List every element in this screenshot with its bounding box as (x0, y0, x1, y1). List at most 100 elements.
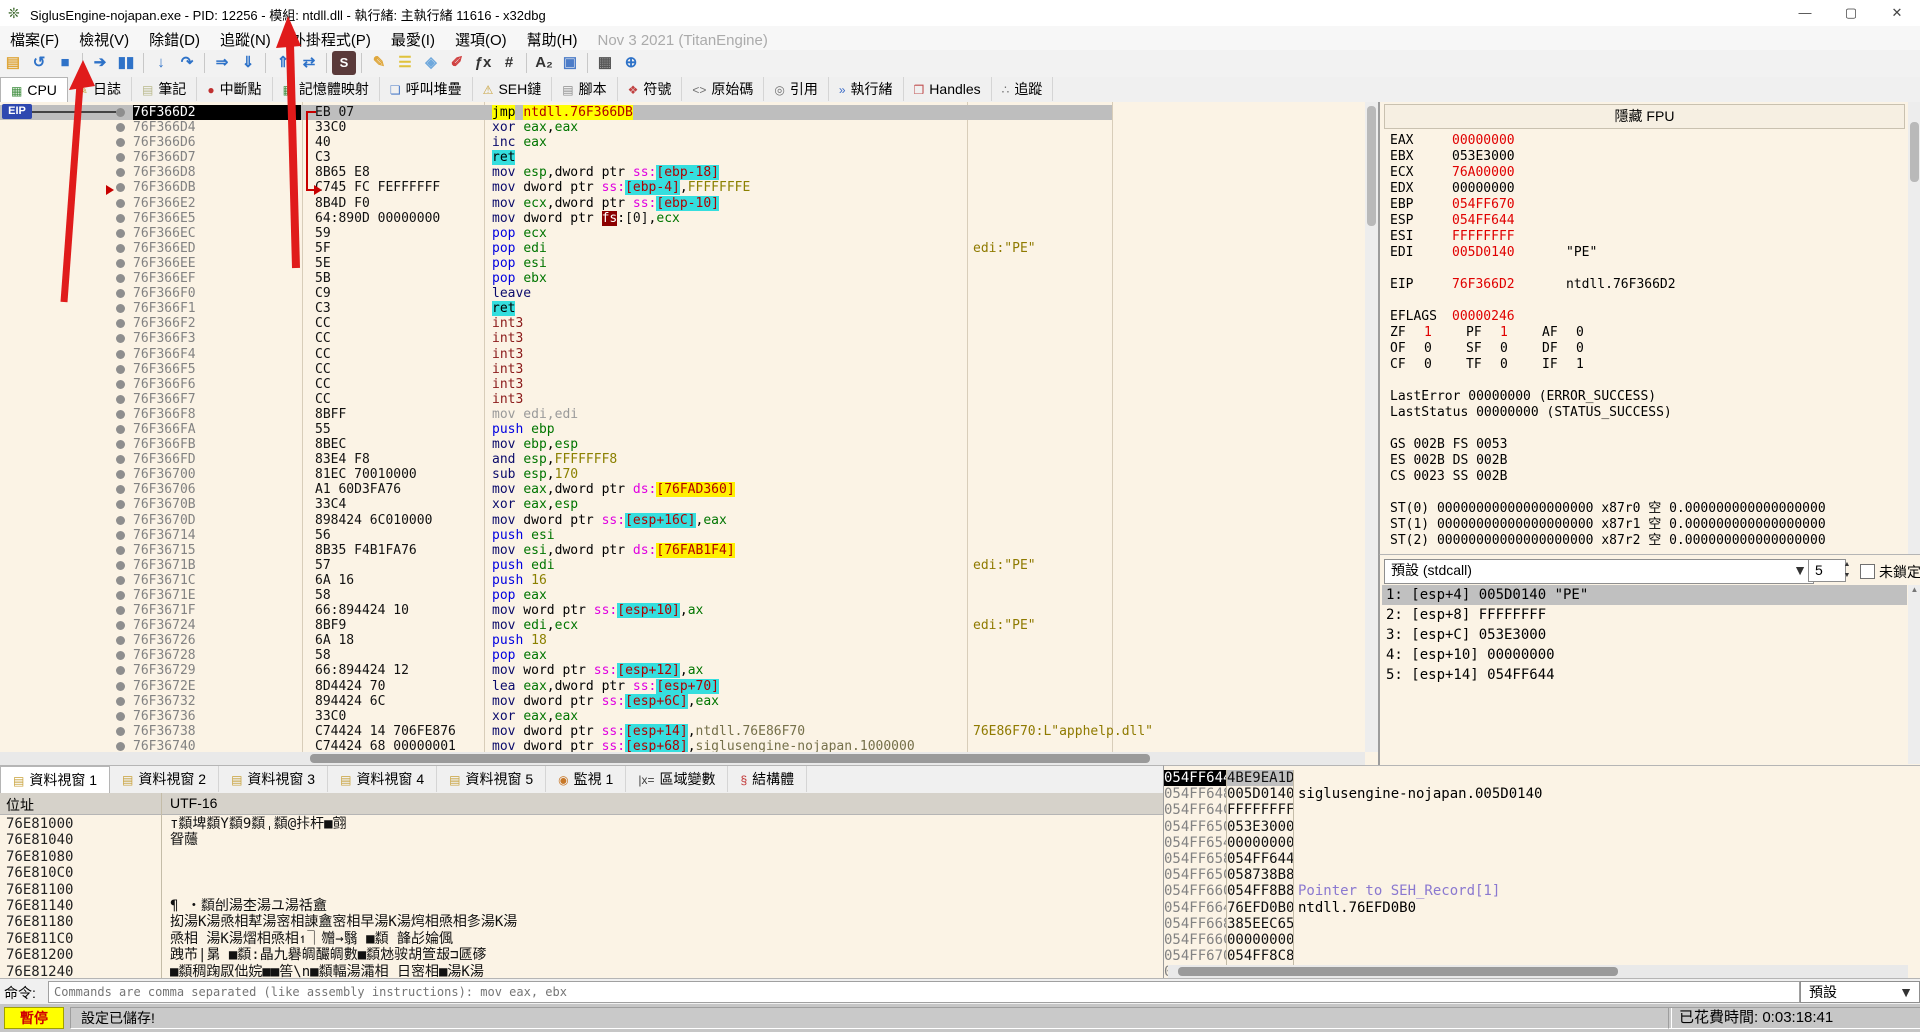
disasm-row[interactable]: 76F366D640inc eax (0, 135, 1378, 150)
dump-row[interactable]: 76E811C0焏相 湯K湯熠相焏相↿⏋㬟→翳 ■纇 韸㣌婨偑 (0, 931, 1163, 947)
register-line[interactable]: ST(2) 00000000000000000000 x87r2 空 0.000… (1390, 533, 1905, 549)
command-profile-select[interactable]: ▼ 預設 (1800, 981, 1920, 1003)
breakpoint-dot-icon[interactable] (116, 350, 125, 359)
breakpoint-dot-icon[interactable] (116, 259, 125, 268)
label-icon[interactable]: ◈ (419, 51, 443, 75)
disasm-row[interactable]: 76F3672858pop eax (0, 648, 1378, 663)
disasm-row[interactable]: 76F3672966:894424 12mov word ptr ss:[esp… (0, 663, 1378, 678)
tab-原始碼[interactable]: <>原始碼 (682, 77, 764, 101)
breakpoint-dot-icon[interactable] (116, 666, 125, 675)
breakpoint-dot-icon[interactable] (116, 168, 125, 177)
dump-row[interactable]: 76E81040眢蘟 (0, 832, 1163, 848)
tab-日誌[interactable]: ✎日誌 (68, 77, 132, 101)
dump-row[interactable]: 76E81000т纇埤纇Y纇9纇ˌ纇@拤杆■翧 (0, 816, 1163, 832)
argument-row[interactable]: 2: [esp+8] FFFFFFFF (1382, 605, 1907, 625)
calling-convention-select[interactable]: ▼ 預設 (stdcall) (1384, 559, 1814, 584)
register-line[interactable]: OF0SF0DF0 (1390, 341, 1905, 357)
step-until-return-icon[interactable]: ⇓ (236, 51, 260, 75)
register-line[interactable]: EBP054FF670 (1390, 197, 1905, 213)
comment-icon[interactable]: ☰ (393, 51, 417, 75)
disasm-row[interactable]: 76F3670D898424 6C010000mov dword ptr ss:… (0, 513, 1378, 528)
register-line[interactable]: EIP76F366D2ntdll.76F366D2 (1390, 277, 1905, 293)
breakpoint-dot-icon[interactable] (116, 274, 125, 283)
open-file-icon[interactable]: ▤ (1, 51, 25, 75)
breakpoint-dot-icon[interactable] (116, 546, 125, 555)
register-line[interactable]: ST(0) 00000000000000000000 x87r0 空 0.000… (1390, 501, 1905, 517)
tab-中斷點[interactable]: ●中斷點 (197, 77, 272, 101)
tab-引用[interactable]: ◎引用 (764, 77, 828, 101)
disasm-row[interactable]: 76F3671C6A 16push 16 (0, 573, 1378, 588)
breakpoint-dot-icon[interactable] (116, 138, 125, 147)
dump-row[interactable]: 76E81140¶ ・纇刣湯杢湯ユ湯䄆盦 (0, 898, 1163, 914)
disasm-row[interactable]: 76F366DBC745 FC FEFFFFFFmov dword ptr ss… (0, 180, 1378, 195)
register-line[interactable]: EDI005D0140"PE" (1390, 245, 1905, 261)
bottom-tab-資料視窗 5[interactable]: ▤資料視窗 5 (437, 766, 546, 792)
menu-item[interactable]: 外掛程式(P) (281, 26, 381, 53)
register-line[interactable]: ECX76A00000 (1390, 165, 1905, 181)
disasm-row[interactable]: 76F366FB8BECmov ebp,esp (0, 437, 1378, 452)
register-line[interactable]: ZF1PF1AF0 (1390, 325, 1905, 341)
register-line[interactable]: GS 002B FS 0053 (1390, 437, 1905, 453)
breakpoint-dot-icon[interactable] (116, 455, 125, 464)
register-line[interactable]: LastStatus 00000000 (STATUS_SUCCESS) (1390, 405, 1905, 421)
argument-row[interactable]: 5: [esp+14] 054FF644 (1382, 665, 1907, 685)
disasm-row[interactable]: 76F36706A1 60D3FA76mov eax,dword ptr ds:… (0, 482, 1378, 497)
disasm-row[interactable]: 76F366EC59pop ecx (0, 226, 1378, 241)
register-line[interactable]: EFLAGS00000246 (1390, 309, 1905, 325)
register-line[interactable]: EBX053E3000 (1390, 149, 1905, 165)
disasm-row[interactable]: 76F3670081EC 70010000sub esp,170 (0, 467, 1378, 482)
dump-row[interactable]: 76E81100 (0, 882, 1163, 898)
register-line[interactable]: ES 002B DS 002B (1390, 453, 1905, 469)
dump-row[interactable]: 76E810C0 (0, 865, 1163, 881)
hide-fpu-button[interactable]: 隱藏 FPU (1384, 104, 1905, 129)
switch-thread-icon[interactable]: ⇄ (297, 51, 321, 75)
argument-row[interactable]: 1: [esp+4] 005D0140 "PE" (1382, 585, 1907, 605)
tab-筆記[interactable]: ▤筆記 (132, 77, 197, 101)
disasm-row[interactable]: 76F366D7C3ret (0, 150, 1378, 165)
breakpoint-dot-icon[interactable] (116, 365, 125, 374)
stack-row[interactable]: 054FF64CFFFFFFFF (1164, 802, 1920, 818)
breakpoint-dot-icon[interactable] (116, 334, 125, 343)
disasm-row[interactable]: 76F3671B57push ediedi:"PE" (0, 558, 1378, 573)
stack-row[interactable]: 054FF648005D0140siglusengine-nojapan.005… (1164, 786, 1920, 802)
disasm-row[interactable]: 76F366D2EB 07jmp ntdll.76F366DB (0, 105, 1112, 120)
breakpoint-dot-icon[interactable] (116, 500, 125, 509)
disasm-row[interactable]: 76F3671E58pop eax (0, 588, 1378, 603)
menu-item[interactable]: 檢視(V) (69, 26, 139, 53)
disasm-row[interactable]: 76F3671456push esi (0, 528, 1378, 543)
stop-icon[interactable]: ■ (53, 51, 77, 75)
disasm-row[interactable]: 76F366EE5Epop esi (0, 256, 1378, 271)
minimize-button[interactable]: — (1782, 0, 1828, 26)
bottom-tab-區域變數[interactable]: |x=區域變數 (626, 766, 728, 792)
disasm-row[interactable]: 76F3671F66:894424 10mov word ptr ss:[esp… (0, 603, 1378, 618)
register-line[interactable]: ESIFFFFFFFF (1390, 229, 1905, 245)
argument-row[interactable]: 4: [esp+10] 00000000 (1382, 645, 1907, 665)
register-line[interactable]: EDX00000000 (1390, 181, 1905, 197)
disasm-row[interactable]: 76F366D88B65 E8mov esp,dword ptr ss:[ebp… (0, 165, 1378, 180)
breakpoint-dot-icon[interactable] (116, 682, 125, 691)
disasm-row[interactable]: 76F366F1C3ret (0, 301, 1378, 316)
breakpoint-dot-icon[interactable] (116, 319, 125, 328)
stack-row[interactable]: 054FF66476EFD0B0ntdll.76EFD0B0 (1164, 900, 1920, 916)
tab-SEH鏈[interactable]: ⚠SEH鏈 (473, 77, 553, 101)
breakpoint-dot-icon[interactable] (116, 651, 125, 660)
menu-item[interactable]: 追蹤(N) (210, 26, 281, 53)
tab-追蹤[interactable]: ∴追蹤 (992, 77, 1054, 101)
breakpoint-dot-icon[interactable] (116, 304, 125, 313)
scylla-icon[interactable]: S (332, 51, 356, 75)
disasm-row[interactable]: 76F366ED5Fpop ediedi:"PE" (0, 241, 1378, 256)
run-icon[interactable]: ➔ (88, 51, 112, 75)
dump-row[interactable]: 76E81080 (0, 849, 1163, 865)
disasm-row[interactable]: 76F36738C74424 14 706FE876mov dword ptr … (0, 724, 1378, 739)
breakpoint-dot-icon[interactable] (116, 727, 125, 736)
disasm-row[interactable]: 76F366D433C0xor eax,eax (0, 120, 1378, 135)
stack-row[interactable]: 054FF65C058738B8 (1164, 867, 1920, 883)
disasm-row[interactable]: 76F3672E8D4424 70lea eax,dword ptr ss:[e… (0, 679, 1378, 694)
tab-記憶體映射[interactable]: ▦記憶體映射 (273, 77, 380, 101)
stack-row[interactable]: 054FF650053E3000 (1164, 819, 1920, 835)
disasm-row[interactable]: 76F3673633C0xor eax,eax (0, 709, 1378, 724)
stack-row[interactable]: 054FF65400000000 (1164, 835, 1920, 851)
register-line[interactable]: CF0TF0IF1 (1390, 357, 1905, 373)
menu-item[interactable]: 選項(O) (445, 26, 517, 53)
dump-row[interactable]: 76E81200跩芇|晜 ■纇:晶九礜皗釅皗數■纇沊䯃胡箮叝⊐㔸䃎 (0, 947, 1163, 963)
